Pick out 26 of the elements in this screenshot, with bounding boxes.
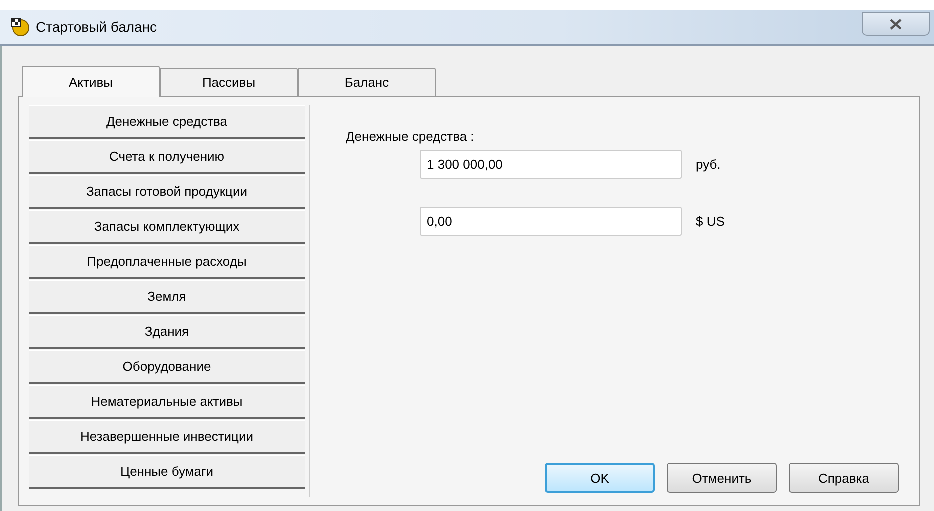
sidebar-item[interactable]: Запасы готовой продукции [29,175,305,209]
sidebar-item[interactable]: Денежные средства [29,105,305,139]
close-button[interactable] [862,12,930,36]
dialog-button[interactable]: Отменить [667,463,777,493]
sidebar-item[interactable]: Нематериальные активы [29,385,305,419]
tab[interactable]: Пассивы [160,68,298,96]
sidebar-item[interactable]: Счета к получению [29,140,305,174]
currency-label: руб. [696,157,721,172]
amount-field[interactable]: 1 300 000,00 [420,150,682,179]
sidebar-item[interactable]: Ценные бумаги [29,455,305,489]
sidebar-item[interactable]: Здания [29,315,305,349]
tab[interactable]: Баланс [298,68,436,96]
sidebar-item[interactable]: Земля [29,280,305,314]
close-icon [890,18,902,30]
sidebar-item[interactable]: Незавершенные инвестиции [29,420,305,454]
amount-field[interactable]: 0,00 [420,207,682,236]
sidebar-item[interactable]: Оборудование [29,350,305,384]
dialog-button[interactable]: Справка [789,463,899,493]
sidebar-item[interactable]: Запасы комплектующих [29,210,305,244]
currency-label: $ US [696,214,725,229]
app-icon [10,17,30,37]
tab[interactable]: Активы [22,66,160,97]
sidebar-item[interactable]: Предоплаченные расходы [29,245,305,279]
dialog-button[interactable]: OK [545,463,655,493]
field-label: Денежные средства : [346,129,476,144]
window-title: Стартовый баланс [36,19,158,35]
